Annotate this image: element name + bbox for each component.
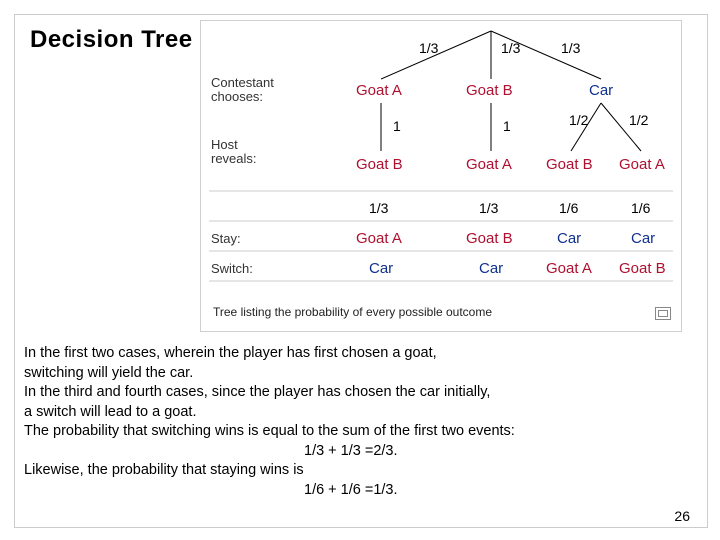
body-l2: switching will yield the car.: [24, 364, 704, 384]
hprob-3: 1/2: [629, 112, 649, 128]
reveal-2: Goat B: [546, 156, 593, 173]
reveal-1: Goat A: [466, 156, 512, 173]
hprob-0: 1: [393, 118, 401, 134]
slide-title: Decision Tree: [30, 26, 193, 54]
body-l1: In the first two cases, wherein the play…: [24, 344, 704, 364]
lprob-2: 1/6: [559, 200, 579, 216]
body-l4: a switch will lead to a goat.: [24, 403, 704, 423]
expand-icon[interactable]: [655, 307, 671, 320]
row-contestant-1: Contestant: [211, 75, 274, 90]
lprob-1: 1/3: [479, 200, 499, 216]
prob-top-2: 1/3: [561, 40, 581, 56]
switch-3: Goat B: [619, 260, 666, 277]
switch-1: Car: [479, 260, 503, 277]
body-l7: Likewise, the probability that staying w…: [24, 461, 704, 481]
figure-caption: Tree listing the probability of every po…: [213, 305, 492, 319]
choose-1: Goat B: [466, 82, 513, 99]
choose-2: Car: [589, 82, 613, 99]
body-l6: 1/3 + 1/3 =2/3.: [24, 442, 704, 462]
choose-0: Goat A: [356, 82, 402, 99]
row-host-1: Host: [211, 137, 238, 152]
decision-tree-figure: 1/3 1/3 1/3 Contestant chooses: Host rev…: [200, 20, 682, 332]
stay-0: Goat A: [356, 230, 402, 247]
hprob-2: 1/2: [569, 112, 589, 128]
decision-tree-svg: 1/3 1/3 1/3 Contestant chooses: Host rev…: [201, 21, 681, 301]
row-contestant-2: chooses:: [211, 89, 263, 104]
prob-top-0: 1/3: [419, 40, 439, 56]
reveal-3: Goat A: [619, 156, 665, 173]
body-l8: 1/6 + 1/6 =1/3.: [24, 481, 704, 501]
body-text: In the first two cases, wherein the play…: [24, 344, 704, 501]
row-switch: Switch:: [211, 261, 253, 276]
switch-2: Goat A: [546, 260, 592, 277]
reveal-0: Goat B: [356, 156, 403, 173]
stay-3: Car: [631, 230, 655, 247]
hprob-1: 1: [503, 118, 511, 134]
lprob-3: 1/6: [631, 200, 651, 216]
switch-0: Car: [369, 260, 393, 277]
row-host-2: reveals:: [211, 151, 257, 166]
prob-top-1: 1/3: [501, 40, 521, 56]
stay-1: Goat B: [466, 230, 513, 247]
stay-2: Car: [557, 230, 581, 247]
body-l5: The probability that switching wins is e…: [24, 422, 704, 442]
body-l3: In the third and fourth cases, since the…: [24, 383, 704, 403]
lprob-0: 1/3: [369, 200, 389, 216]
row-stay: Stay:: [211, 231, 241, 246]
page-number: 26: [674, 508, 690, 524]
